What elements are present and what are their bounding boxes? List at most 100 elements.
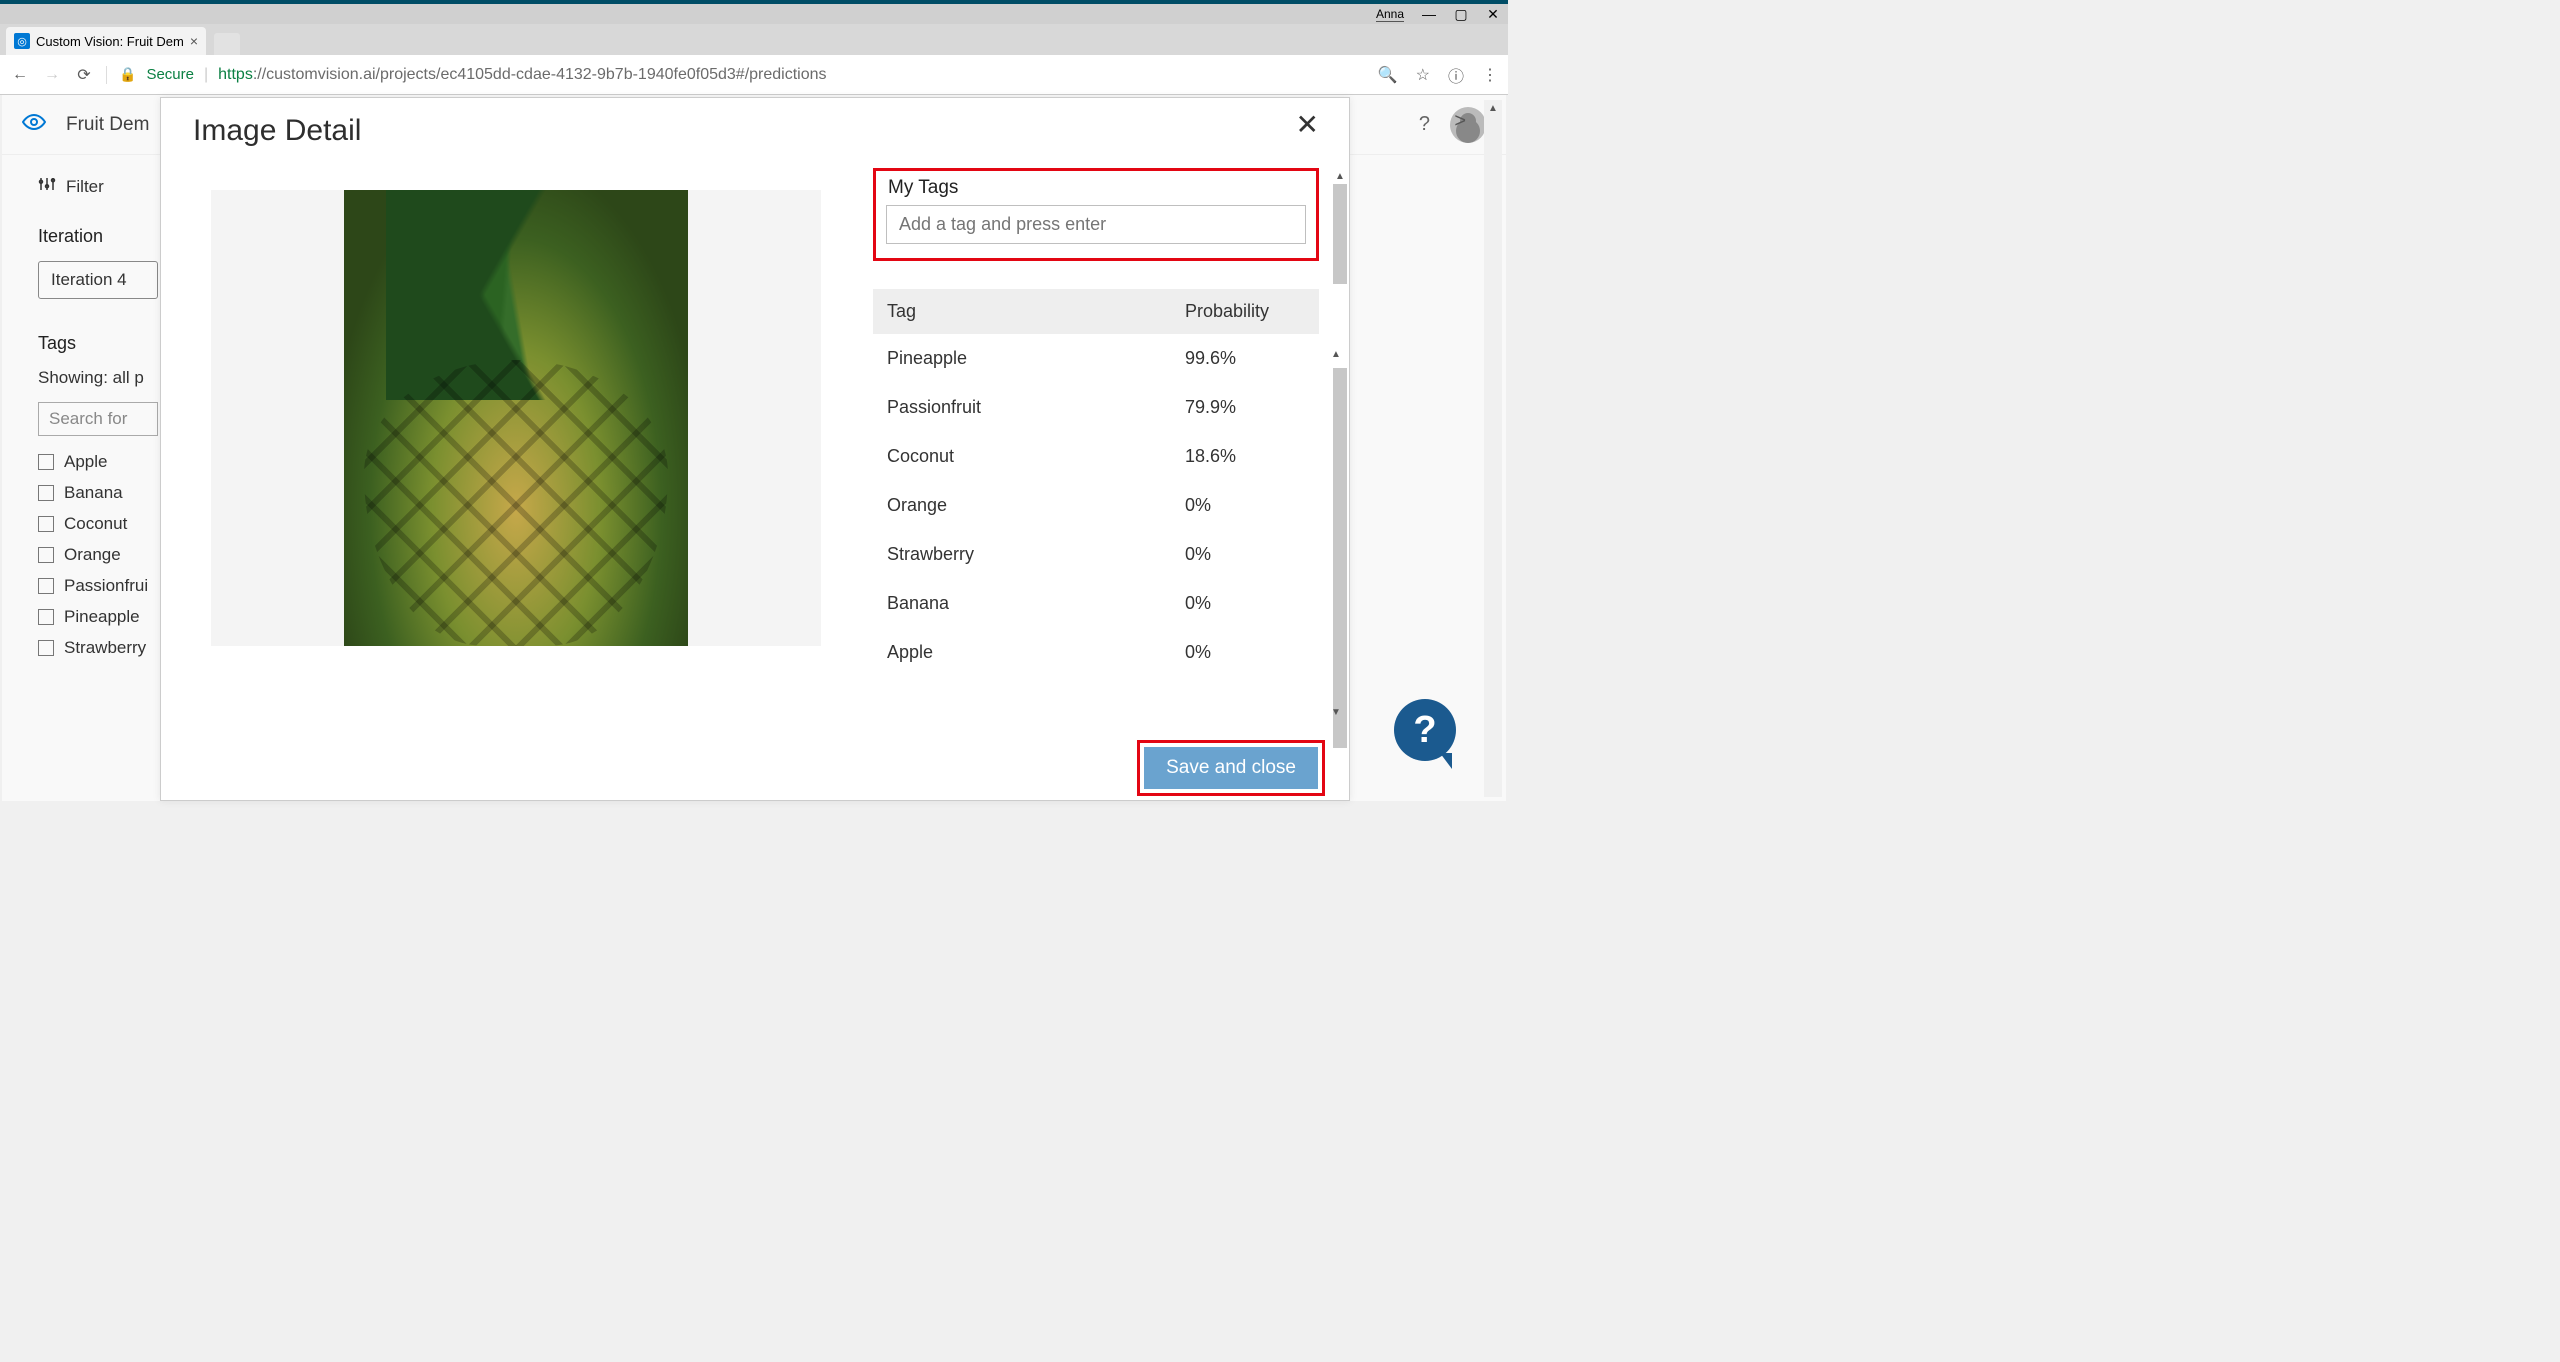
- checkbox-icon[interactable]: [38, 485, 54, 501]
- prediction-tag: Banana: [887, 593, 1185, 614]
- tag-filter-item[interactable]: Coconut: [38, 514, 162, 534]
- tag-filter-label: Apple: [64, 452, 107, 472]
- bookmark-star-icon[interactable]: ☆: [1416, 65, 1430, 85]
- zoom-icon[interactable]: 🔍: [1378, 65, 1398, 85]
- prediction-probability: 0%: [1185, 593, 1305, 614]
- tag-filter-item[interactable]: Orange: [38, 545, 162, 565]
- modal-close-button[interactable]: ✕: [1296, 108, 1319, 141]
- nav-forward-icon[interactable]: →: [42, 66, 62, 84]
- detail-pane: My Tags Tag Probability Pineapple99.6% Pa…: [853, 168, 1349, 800]
- my-tags-block-highlight: My Tags: [873, 168, 1319, 261]
- filter-label: Filter: [66, 177, 104, 197]
- prediction-tag: Coconut: [887, 446, 1185, 467]
- browser-tab[interactable]: ◎ Custom Vision: Fruit Dem ×: [6, 27, 206, 55]
- tag-filter-label: Coconut: [64, 514, 127, 534]
- prediction-probability: 18.6%: [1185, 446, 1305, 467]
- tag-filter-item[interactable]: Passionfrui: [38, 576, 162, 596]
- page-scrollbar[interactable]: ▲: [1484, 100, 1502, 797]
- help-bubble-button[interactable]: ?: [1394, 699, 1456, 761]
- add-tag-input[interactable]: [886, 205, 1306, 244]
- save-and-close-button[interactable]: Save and close: [1144, 747, 1318, 789]
- predictions-table: Tag Probability Pineapple99.6% Passionfru…: [873, 289, 1319, 677]
- url-text: https://customvision.ai/projects/ec4105d…: [218, 66, 826, 84]
- detail-scroll-up2-icon[interactable]: ▲: [1331, 346, 1341, 362]
- nav-back-icon[interactable]: ←: [10, 66, 30, 84]
- scroll-up-icon[interactable]: ▲: [1484, 100, 1502, 116]
- save-button-highlight: Save and close: [1137, 740, 1325, 796]
- tab-close-icon[interactable]: ×: [190, 33, 198, 49]
- os-titlebar: Anna — ▢ ✕: [0, 0, 1508, 24]
- checkbox-icon[interactable]: [38, 609, 54, 625]
- prediction-tag: Orange: [887, 495, 1185, 516]
- tags-label: Tags: [38, 333, 162, 354]
- tag-filter-item[interactable]: Strawberry: [38, 638, 162, 658]
- checkbox-icon[interactable]: [38, 454, 54, 470]
- tag-filter-item[interactable]: Apple: [38, 452, 162, 472]
- prediction-row: Banana0%: [873, 579, 1319, 628]
- iteration-select[interactable]: Iteration 4: [38, 261, 158, 299]
- checkbox-icon[interactable]: [38, 516, 54, 532]
- detail-scroll-down-icon[interactable]: ▼: [1331, 704, 1341, 720]
- project-name: Fruit Dem: [66, 114, 149, 136]
- image-pane: [161, 168, 853, 800]
- prediction-probability: 0%: [1185, 642, 1305, 663]
- checkbox-icon[interactable]: [38, 547, 54, 563]
- tag-filter-label: Pineapple: [64, 607, 140, 627]
- lock-icon: 🔒: [119, 66, 136, 83]
- tab-favicon-icon: ◎: [14, 33, 30, 49]
- browser-address-bar: ← → ⟳ 🔒 Secure | https://customvision.ai…: [0, 55, 1508, 95]
- sidebar: Filter Iteration Iteration 4 Tags Showin…: [2, 155, 162, 801]
- os-user: Anna: [1376, 7, 1404, 22]
- browser-menu-icon[interactable]: ⋮: [1482, 65, 1498, 85]
- secure-label: Secure: [146, 66, 194, 83]
- tag-filter-label: Strawberry: [64, 638, 146, 658]
- image-detail-modal: ✕ Image Detail My Tags Tag Probability P…: [160, 97, 1350, 801]
- detail-scrollbar[interactable]: ▲ ▲ ▼: [1331, 168, 1349, 720]
- filter-row[interactable]: Filter: [38, 175, 162, 198]
- prediction-image: [344, 190, 688, 646]
- tag-filter-label: Orange: [64, 545, 121, 565]
- checkbox-icon[interactable]: [38, 640, 54, 656]
- prediction-probability: 99.6%: [1185, 348, 1305, 369]
- nav-reload-icon[interactable]: ⟳: [74, 65, 94, 85]
- checkbox-icon[interactable]: [38, 578, 54, 594]
- window-minimize-button[interactable]: —: [1422, 7, 1436, 21]
- prediction-tag: Passionfruit: [887, 397, 1185, 418]
- tag-filter-label: Banana: [64, 483, 123, 503]
- prediction-row: Orange0%: [873, 481, 1319, 530]
- prediction-row: Apple0%: [873, 628, 1319, 677]
- page-info-icon[interactable]: ⓘ: [1448, 63, 1464, 87]
- prediction-probability: 0%: [1185, 495, 1305, 516]
- window-maximize-button[interactable]: ▢: [1454, 7, 1468, 21]
- iteration-label: Iteration: [38, 226, 162, 247]
- tag-filter-item[interactable]: Banana: [38, 483, 162, 503]
- url-box[interactable]: 🔒 Secure | https://customvision.ai/proje…: [106, 66, 1366, 84]
- scrollbar-thumb[interactable]: [1333, 184, 1347, 284]
- carousel-next-icon[interactable]: >: [1454, 110, 1466, 133]
- project-eye-icon: [22, 110, 46, 140]
- predictions-header: Tag Probability: [873, 289, 1319, 334]
- new-tab-button[interactable]: [214, 33, 240, 55]
- window-close-button[interactable]: ✕: [1486, 7, 1500, 21]
- my-tags-label: My Tags: [888, 177, 1306, 199]
- prediction-probability: 79.9%: [1185, 397, 1305, 418]
- prediction-tag: Pineapple: [887, 348, 1185, 369]
- prediction-tag: Apple: [887, 642, 1185, 663]
- col-tag-header: Tag: [887, 301, 1185, 322]
- tag-list: Apple Banana Coconut Orange Passionfrui Pinea…: [38, 452, 162, 658]
- tab-title: Custom Vision: Fruit Dem: [36, 34, 184, 49]
- scrollbar-thumb[interactable]: [1333, 368, 1347, 748]
- modal-title: Image Detail: [161, 98, 1349, 148]
- tag-filter-item[interactable]: Pineapple: [38, 607, 162, 627]
- tag-search-input[interactable]: Search for: [38, 402, 158, 436]
- filter-sliders-icon: [38, 175, 56, 198]
- prediction-probability: 0%: [1185, 544, 1305, 565]
- help-unknown-icon[interactable]: ?: [1419, 113, 1430, 136]
- prediction-row: Strawberry0%: [873, 530, 1319, 579]
- browser-tab-bar: ◎ Custom Vision: Fruit Dem ×: [0, 24, 1508, 55]
- prediction-row: Passionfruit79.9%: [873, 383, 1319, 432]
- tag-filter-label: Passionfrui: [64, 576, 148, 596]
- showing-label: Showing: all p: [38, 368, 162, 388]
- col-prob-header: Probability: [1185, 301, 1305, 322]
- detail-scroll-up-icon[interactable]: ▲: [1331, 168, 1349, 184]
